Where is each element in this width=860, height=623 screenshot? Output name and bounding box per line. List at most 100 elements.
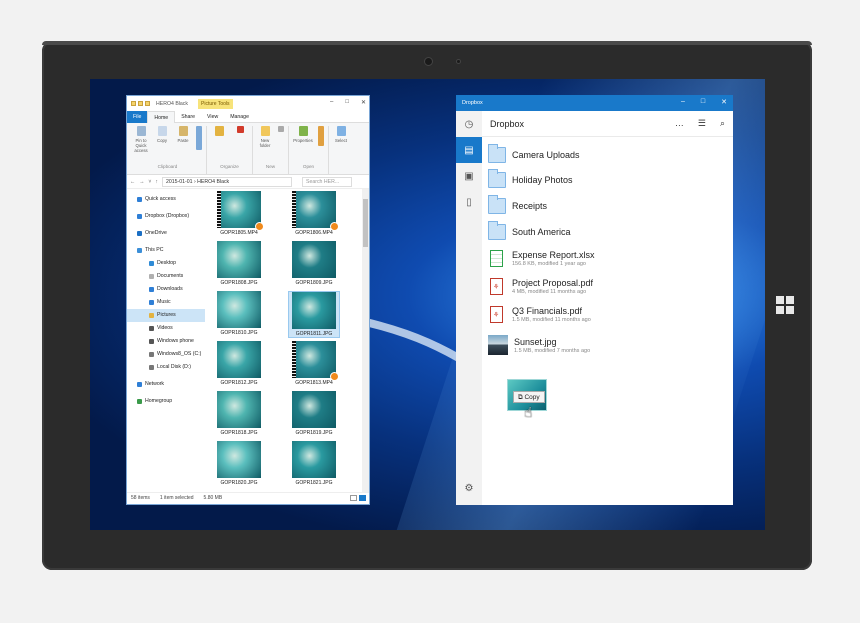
properties-button[interactable]: Properties <box>292 126 314 162</box>
nav-item-label: Desktop <box>157 260 177 266</box>
forward-icon[interactable]: → <box>139 179 144 185</box>
nav-item[interactable]: Quick access <box>127 193 205 206</box>
copy-button[interactable]: Copy <box>153 126 171 162</box>
tab-home[interactable]: Home <box>147 110 176 123</box>
nav-item[interactable]: Windows8_OS (C:) <box>127 348 205 361</box>
select-button[interactable]: Select <box>332 126 350 162</box>
organize-group: Organize <box>207 126 253 174</box>
offline-icon[interactable]: ▯ <box>456 189 482 215</box>
new-item-icon[interactable] <box>277 126 285 162</box>
nav-item[interactable]: Downloads <box>127 283 205 296</box>
search-icon[interactable]: ⌕ <box>720 118 725 129</box>
nav-item[interactable]: Windows phone <box>127 335 205 348</box>
nav-item[interactable]: OneDrive <box>127 227 205 240</box>
nav-item-label: Network <box>145 381 165 387</box>
file-grid: GOPR1805.MP4 GOPR1806.MP4 GOPR1808.JPG GOPR… <box>205 189 369 492</box>
open-edit-icons[interactable] <box>317 126 325 162</box>
folder-icon <box>488 221 506 240</box>
nav-item[interactable]: Videos <box>127 322 205 335</box>
search-input[interactable]: Search HER... <box>302 176 352 187</box>
sort-icon[interactable]: ☰ <box>698 118 706 129</box>
nav-item[interactable]: Network <box>127 378 205 391</box>
files-icon[interactable]: ▤ <box>456 137 482 163</box>
paste-button[interactable]: Paste <box>174 126 192 162</box>
photo-thumbnail <box>217 291 261 328</box>
selection-count: 1 item selected <box>159 495 194 501</box>
windows-logo-icon[interactable] <box>776 296 794 314</box>
file-thumbnail[interactable]: GOPR1818.JPG <box>213 391 265 436</box>
maximize-button[interactable]: □ <box>345 99 349 106</box>
minimize-button[interactable]: – <box>330 99 333 106</box>
new-folder-button[interactable]: New folder <box>256 126 274 162</box>
file-thumbnail[interactable]: GOPR1820.JPG <box>213 441 265 486</box>
close-button[interactable]: ✕ <box>361 99 366 106</box>
nav-item[interactable]: Documents <box>127 270 205 283</box>
nav-item-icon <box>137 382 142 387</box>
nav-item-label: Quick access <box>145 196 176 202</box>
nav-item-icon <box>149 287 154 292</box>
nav-item[interactable]: Pictures <box>127 309 205 322</box>
clipboard-group-label: Clipboard <box>157 164 178 169</box>
maximize-button[interactable]: □ <box>701 98 705 106</box>
nav-item-icon <box>137 399 142 404</box>
nav-item[interactable]: Dropbox (Dropbox) <box>127 210 205 223</box>
nav-item-label: Local Disk (D:) <box>157 364 192 370</box>
nav-item-icon <box>137 214 142 219</box>
dropbox-window: Dropbox – □ ✕ ◷ ▤ ▣ ▯ ⚙ Dropbox … ☰ ⌕ Ca… <box>456 95 733 505</box>
up-icon[interactable]: ↑ <box>155 179 158 185</box>
recent-icon[interactable]: ˅ <box>148 179 151 185</box>
tab-file[interactable]: File <box>127 110 148 123</box>
file-thumbnail[interactable]: GOPR1806.MP4 <box>288 191 340 236</box>
file-name: GOPR1809.JPG <box>295 280 333 286</box>
cut-copy-path-icons[interactable] <box>195 126 203 162</box>
nav-item[interactable]: Homegroup <box>127 395 205 408</box>
pin-button[interactable]: Pin to Quick access <box>132 126 150 162</box>
file-thumbnail[interactable]: GOPR1810.JPG <box>213 291 265 336</box>
nav-item[interactable]: Desktop <box>127 257 205 270</box>
nav-item-icon <box>149 313 154 318</box>
file-thumbnail[interactable]: GOPR1819.JPG <box>288 391 340 436</box>
file-thumbnail[interactable]: GOPR1805.MP4 <box>213 191 265 236</box>
address-path[interactable]: 2015-01-01 › HERO4 Black <box>162 176 292 187</box>
open-group: Properties Open <box>289 126 329 174</box>
large-icons-view-icon[interactable] <box>359 495 366 501</box>
tab-view[interactable]: View <box>201 111 224 123</box>
dropbox-list-item[interactable]: South America <box>482 221 571 240</box>
back-icon[interactable]: ← <box>130 179 135 185</box>
dropbox-list-item[interactable]: Holiday Photos <box>482 169 573 188</box>
gear-icon[interactable]: ⚙ <box>456 475 482 501</box>
dropbox-list-item[interactable]: Expense Report.xlsx 156.8 KB, modified 1 … <box>482 250 595 267</box>
move-to-icon[interactable] <box>210 126 228 162</box>
video-thumbnail <box>292 191 339 231</box>
dropbox-list-item[interactable]: Project Proposal.pdf4 MB, modified 11 mo… <box>482 278 593 295</box>
video-thumbnail <box>292 341 339 381</box>
file-thumbnail[interactable]: GOPR1808.JPG <box>213 241 265 286</box>
film-strip-icon <box>217 191 221 228</box>
dropbox-list-item[interactable]: Camera Uploads <box>482 144 580 163</box>
file-thumbnail[interactable]: GOPR1813.MP4 <box>288 341 340 386</box>
photos-icon[interactable]: ▣ <box>456 163 482 189</box>
open-group-label: Open <box>302 164 315 169</box>
picture-tools-tab[interactable]: Picture Tools <box>198 98 233 109</box>
file-thumbnail[interactable]: GOPR1821.JPG <box>288 441 340 486</box>
minimize-button[interactable]: – <box>681 98 685 106</box>
close-button[interactable]: ✕ <box>721 98 727 106</box>
file-thumbnail[interactable]: GOPR1812.JPG <box>213 341 265 386</box>
delete-icon[interactable] <box>231 126 249 162</box>
more-icon[interactable]: … <box>675 118 684 129</box>
tab-share[interactable]: Share <box>175 111 201 123</box>
file-scrollbar[interactable] <box>362 189 369 492</box>
dropbox-list-item[interactable]: Receipts <box>482 195 547 214</box>
details-view-icon[interactable] <box>350 495 357 501</box>
nav-item[interactable]: Music <box>127 296 205 309</box>
file-thumbnail[interactable]: GOPR1809.JPG <box>288 241 340 286</box>
dropbox-list-item[interactable]: Sunset.jpg 1.5 MB, modified 7 months ago <box>482 335 590 355</box>
dropbox-list-item[interactable]: Q3 Financials.pdf1.5 MB, modified 11 mon… <box>482 306 591 323</box>
nav-item[interactable]: This PC <box>127 244 205 257</box>
recents-icon[interactable]: ◷ <box>456 111 482 137</box>
file-thumbnail[interactable]: GOPR1811.JPG <box>288 291 340 338</box>
quick-access-toolbar[interactable] <box>131 101 150 106</box>
tab-manage[interactable]: Manage <box>224 111 255 123</box>
nav-item[interactable]: Local Disk (D:) <box>127 361 205 374</box>
file-name: GOPR1811.JPG <box>295 331 333 337</box>
